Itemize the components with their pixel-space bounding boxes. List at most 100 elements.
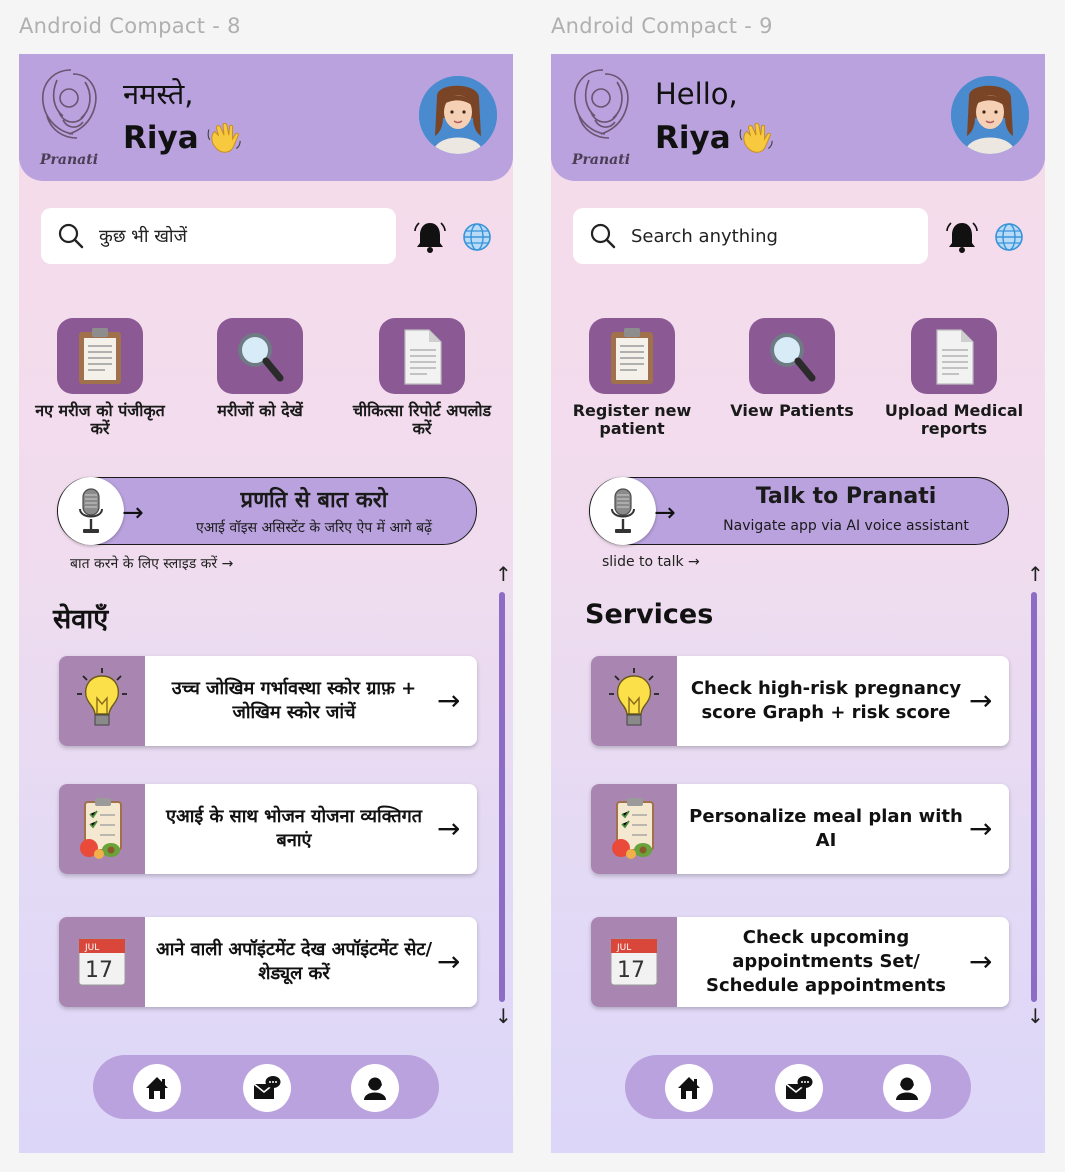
- quick-action-tile[interactable]: [589, 318, 675, 394]
- profile-icon: [896, 1077, 918, 1100]
- quick-action-label: View Patients: [730, 401, 854, 420]
- quick-action-tile[interactable]: [379, 318, 465, 394]
- frame-label: Android Compact - 8: [19, 14, 241, 38]
- clipboard-icon: [79, 328, 121, 384]
- arrow-right-icon: →: [969, 812, 993, 845]
- waving-hand-icon: [739, 122, 773, 153]
- clipboard-icon: [611, 328, 653, 384]
- user-avatar[interactable]: [951, 76, 1029, 154]
- service-card-risk-score[interactable]: उच्च जोखिम गर्भावस्था स्कोर ग्राफ़ + जोख…: [59, 656, 477, 746]
- search-bar[interactable]: [41, 208, 396, 264]
- waving-hand-icon: [207, 122, 241, 153]
- service-label: एआई के साथ भोजन योजना व्यक्तिगत बनाएं: [165, 806, 422, 851]
- service-card-appointments[interactable]: JUL 17 आने वाली अपॉइंटमेंट देख अपॉइंटमें…: [59, 917, 477, 1007]
- quick-action-tile[interactable]: [911, 318, 997, 394]
- scroll-down-arrow[interactable]: ↓: [1027, 1004, 1044, 1028]
- card-image: [591, 784, 677, 874]
- scroll-down-arrow[interactable]: ↓: [495, 1004, 512, 1028]
- card-image: JUL 17: [591, 917, 677, 1007]
- greeting: Hello,: [655, 77, 738, 111]
- mother-child-logo-icon: [574, 69, 629, 139]
- arrow-right-icon: →: [437, 945, 461, 978]
- lightbulb-icon: [77, 668, 127, 726]
- search-input[interactable]: [99, 220, 379, 252]
- header: Pranati Hello, Riya: [551, 54, 1045, 181]
- quick-action-tile[interactable]: [749, 318, 835, 394]
- service-label: Check high-risk pregnancy score Graph + …: [690, 678, 962, 723]
- nav-profile-button[interactable]: [883, 1064, 931, 1112]
- quick-action-label: नए मरीज को पंजीकृत करें: [35, 401, 165, 438]
- quick-action-label: Register new patient: [572, 401, 692, 438]
- quick-action-upload-reports[interactable]: चीकित्सा रिपोर्ट अपलोड करें: [347, 318, 497, 438]
- home-icon: [678, 1077, 700, 1099]
- card-image: JUL 17: [59, 917, 145, 1007]
- talk-arrow: →: [122, 498, 144, 528]
- quick-action-tile[interactable]: [217, 318, 303, 394]
- phone-screen: Pranati नमस्ते, Riya कुछ भी खोजें नए मरी…: [19, 54, 513, 1153]
- notification-bell-icon[interactable]: [412, 219, 448, 255]
- talk-to-pranati-slider[interactable]: → प्रणति से बात करो एआई वॉइस असिस्टेंट क…: [57, 477, 477, 545]
- messages-icon: [785, 1076, 813, 1099]
- microphone-icon: [79, 488, 103, 533]
- microphone-icon: [611, 488, 635, 533]
- lightbulb-icon: [609, 668, 659, 726]
- quick-action-tile[interactable]: [57, 318, 143, 394]
- calendar-icon: JUL 17: [78, 938, 126, 986]
- quick-action-view-patients[interactable]: View Patients: [717, 318, 867, 420]
- language-globe-icon[interactable]: [462, 222, 492, 252]
- service-card-meal-plan[interactable]: एआई के साथ भोजन योजना व्यक्तिगत बनाएं →: [59, 784, 477, 874]
- nav-home-button[interactable]: [665, 1064, 713, 1112]
- mic-slider-handle[interactable]: [58, 477, 124, 545]
- service-label: Check upcoming appointments Set/ Schedul…: [706, 927, 946, 996]
- svg-text:17: 17: [617, 958, 645, 983]
- nav-profile-button[interactable]: [351, 1064, 399, 1112]
- search-bar[interactable]: [573, 208, 928, 264]
- nav-home-button[interactable]: [133, 1064, 181, 1112]
- notification-bell-icon[interactable]: [944, 219, 980, 255]
- svg-text:JUL: JUL: [616, 943, 631, 953]
- logo-text: Pranati: [572, 152, 631, 168]
- user-avatar[interactable]: [419, 76, 497, 154]
- service-label: आने वाली अपॉइंटमेंट देख अपॉइंटमेंट सेट/श…: [155, 939, 433, 984]
- document-icon: [404, 329, 442, 385]
- quick-action-upload-reports[interactable]: Upload Medical reports: [879, 318, 1029, 438]
- bottom-nav: [93, 1055, 439, 1119]
- scrollbar[interactable]: [499, 592, 505, 1002]
- scroll-up-arrow[interactable]: ↑: [1027, 562, 1044, 586]
- greeting: नमस्ते,: [123, 77, 194, 111]
- meal-plan-icon: [612, 798, 654, 859]
- quick-action-register[interactable]: नए मरीज को पंजीकृत करें: [25, 318, 175, 438]
- messages-icon: [253, 1076, 281, 1099]
- service-card-appointments[interactable]: JUL 17 Check upcoming appointments Set/ …: [591, 917, 1009, 1007]
- quick-action-label: Upload Medical reports: [884, 401, 1024, 438]
- talk-arrow: →: [654, 498, 676, 528]
- arrow-right-icon: →: [437, 684, 461, 717]
- services-heading: सेवाएँ: [53, 604, 109, 635]
- talk-to-pranati-slider[interactable]: → Talk to Pranati Navigate app via AI vo…: [589, 477, 1009, 545]
- meal-plan-icon: [80, 798, 122, 859]
- service-card-meal-plan[interactable]: Personalize meal plan with AI →: [591, 784, 1009, 874]
- service-label: Personalize meal plan with AI: [689, 806, 963, 851]
- talk-title: Talk to Pranati: [755, 484, 937, 509]
- card-image: [59, 784, 145, 874]
- arrow-right-icon: →: [969, 684, 993, 717]
- woman-avatar-icon: [419, 76, 497, 154]
- language-globe-icon[interactable]: [994, 222, 1024, 252]
- app-logo: Pranati: [33, 64, 109, 168]
- svg-text:17: 17: [85, 958, 113, 983]
- quick-action-register[interactable]: Register new patient: [557, 318, 707, 438]
- nav-messages-button[interactable]: [775, 1064, 823, 1112]
- scroll-up-arrow[interactable]: ↑: [495, 562, 512, 586]
- mic-slider-handle[interactable]: [590, 477, 656, 545]
- search-icon: [590, 223, 616, 249]
- search-input[interactable]: [631, 220, 911, 252]
- card-image: [59, 656, 145, 746]
- scrollbar[interactable]: [1031, 592, 1037, 1002]
- nav-messages-button[interactable]: [243, 1064, 291, 1112]
- quick-action-view-patients[interactable]: मरीजों को देखें: [185, 318, 335, 420]
- home-icon: [146, 1077, 168, 1099]
- arrow-right-icon: →: [437, 812, 461, 845]
- service-card-risk-score[interactable]: Check high-risk pregnancy score Graph + …: [591, 656, 1009, 746]
- phone-screen: Pranati Hello, Riya Search anything Regi…: [551, 54, 1045, 1153]
- mother-child-logo-icon: [42, 69, 97, 139]
